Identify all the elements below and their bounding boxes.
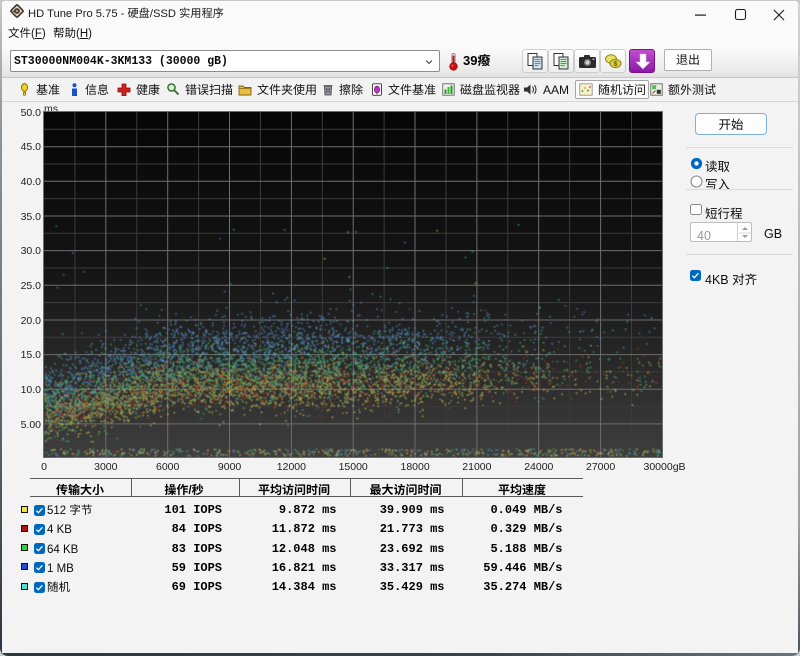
svg-text:$: $: [614, 61, 618, 68]
